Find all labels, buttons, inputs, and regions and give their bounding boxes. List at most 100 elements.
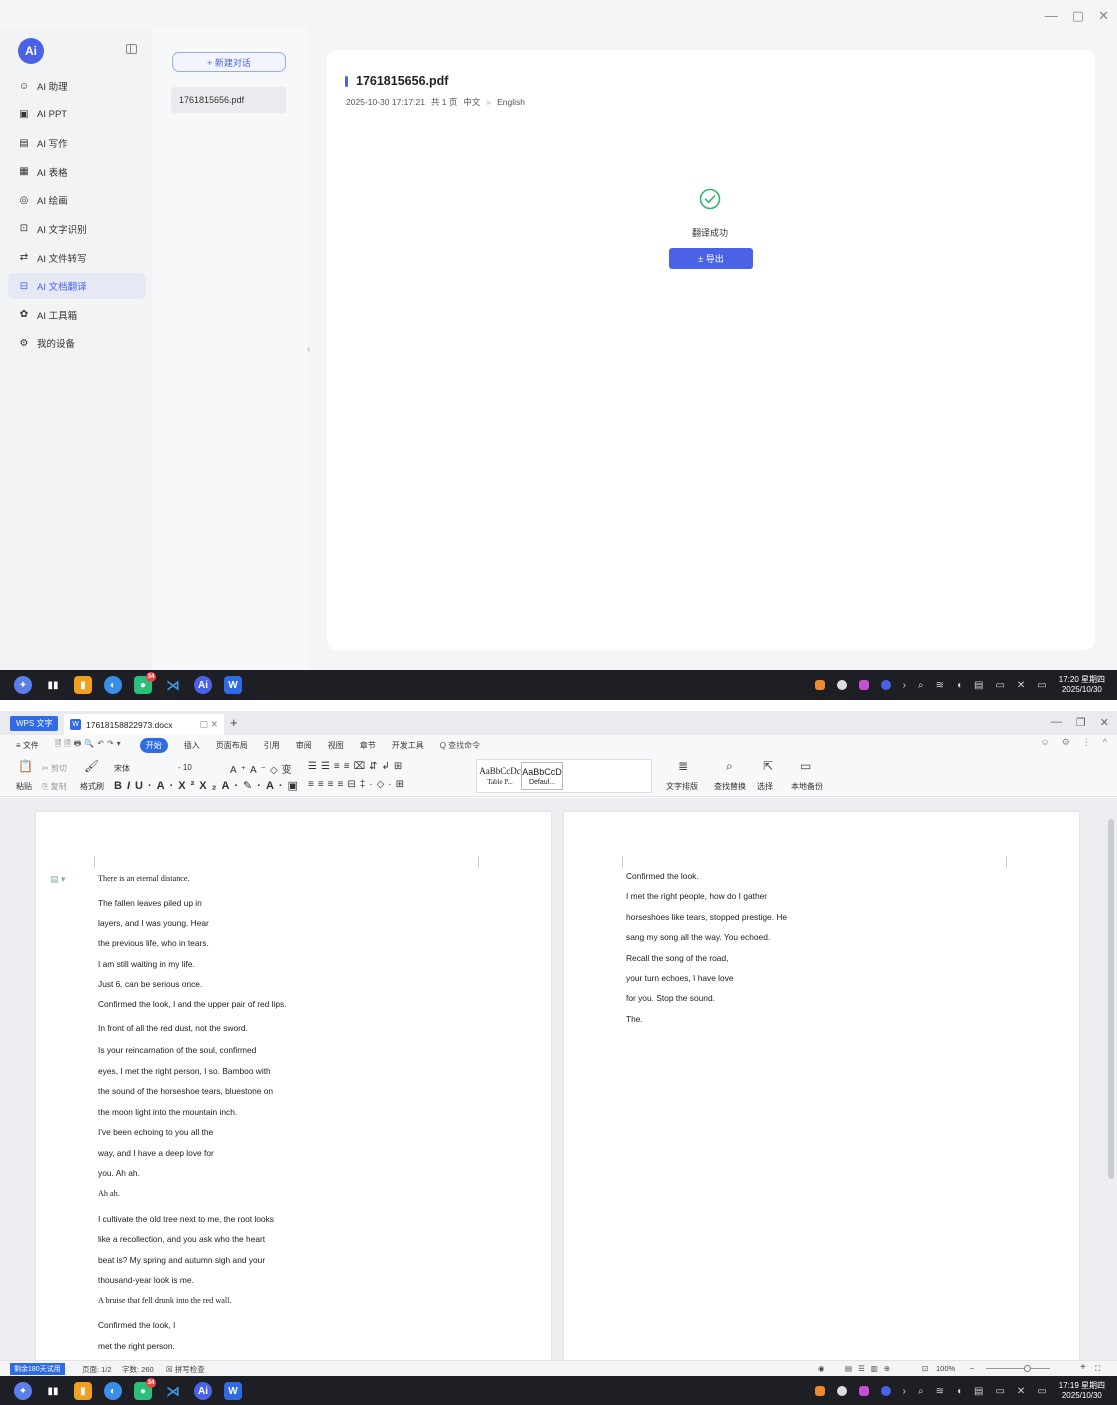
text-line[interactable]: met the right person. — [98, 1341, 175, 1351]
browser-icon[interactable]: ◐ — [104, 1382, 122, 1400]
find-icon[interactable]: ⌕ — [726, 759, 733, 774]
text-line[interactable]: Ah ah. — [98, 1189, 120, 1198]
sidebar-item-0[interactable]: ☺ AI 助理 — [8, 73, 146, 99]
style-default[interactable]: AaBbCcD Defaul... — [521, 762, 563, 790]
text-layout-button[interactable]: 文字排版 — [666, 781, 698, 792]
conversation-item[interactable]: 1761815656.pdf — [171, 87, 286, 113]
minimize-icon[interactable]: — — [1045, 8, 1058, 24]
page-count[interactable]: 页面: 1/2 — [82, 1364, 112, 1375]
document-tab[interactable]: W 17618158822973.docx ▢ ✕ — [64, 714, 224, 735]
bluetooth-off-icon[interactable]: ✕ — [1017, 680, 1025, 691]
word-count[interactable]: 字数: 260 — [122, 1364, 154, 1375]
tray-ai-icon[interactable] — [880, 680, 891, 690]
tab-view[interactable]: 视图 — [328, 740, 344, 751]
cloud-icon[interactable] — [836, 1386, 847, 1396]
export-button[interactable]: ± 导出 — [669, 248, 753, 269]
wifi-icon[interactable]: ≋ — [936, 1386, 944, 1397]
text-line[interactable]: Confirmed the look, I and the upper pair… — [98, 999, 287, 1009]
notification-icon[interactable]: ▭ — [1037, 680, 1046, 691]
select-cursor-icon[interactable]: ⇱ — [763, 759, 773, 773]
text-line[interactable]: The. — [626, 1014, 643, 1024]
sidebar-item-4[interactable]: ◎ AI 绘画 — [8, 187, 146, 213]
vertical-scrollbar[interactable] — [1107, 799, 1115, 1354]
tab-chapter[interactable]: 章节 — [360, 740, 376, 751]
font-size-select[interactable]: - 10 — [178, 763, 192, 772]
alignment-buttons[interactable]: ≡≡≡≡⊟‡·◇·⊞ — [308, 779, 408, 790]
copy-button[interactable]: ⎘ 复制 — [42, 781, 67, 792]
tab-start[interactable]: 开始 — [139, 737, 168, 753]
text-line[interactable]: your turn echoes, I have love — [626, 973, 734, 983]
text-line[interactable]: sang my song all the way. You echoed. — [626, 932, 770, 942]
sidebar-item-6[interactable]: ⇄ AI 文件转写 — [8, 245, 146, 271]
command-search[interactable]: Q 查找命令 — [440, 740, 480, 751]
ai-app-icon[interactable]: Ai — [194, 1382, 212, 1400]
zoom-out-icon[interactable]: − — [970, 1364, 974, 1373]
text-line[interactable]: I cultivate the old tree next to me, the… — [98, 1214, 274, 1224]
tab-page-layout[interactable]: 页面布局 — [216, 740, 248, 751]
sidebar-item-8[interactable]: ✿ AI 工具箱 — [8, 302, 146, 328]
sidebar-item-2[interactable]: ▤ AI 写作 — [8, 130, 146, 156]
page-2[interactable]: Confirmed the look. I met the right peopl… — [564, 812, 1079, 1360]
text-line[interactable]: Is your reincarnation of the soul, confi… — [98, 1045, 256, 1055]
collapse-arrow-icon[interactable]: ‹ — [307, 344, 310, 355]
clock[interactable]: 17:19 星期四 2025/10/30 — [1059, 1381, 1105, 1401]
scroll-thumb[interactable] — [1108, 819, 1114, 1179]
keyboard-icon[interactable]: ▤ — [974, 1386, 983, 1397]
tray-app-icon[interactable] — [814, 1386, 825, 1396]
text-line[interactable]: I am still waiting in my life. — [98, 959, 195, 969]
font-family-select[interactable]: 宋体 — [114, 763, 130, 774]
volume-icon[interactable]: ◖ — [956, 680, 962, 691]
comment-icon[interactable]: ☺ — [1040, 737, 1049, 748]
text-line[interactable]: eyes, I met the right person, I so. Bamb… — [98, 1066, 271, 1076]
text-line[interactable]: There is an eternal distance. — [98, 874, 190, 883]
battery-icon[interactable]: ▭ — [995, 1386, 1004, 1397]
text-line[interactable]: you. Ah ah. — [98, 1168, 140, 1178]
paragraph-menu-icon[interactable]: ▤ ▾ — [50, 874, 66, 885]
restore-icon[interactable]: ❐ — [1076, 716, 1086, 729]
keyboard-icon[interactable]: ▤ — [974, 680, 983, 691]
tab-close-icon[interactable]: ▢ ✕ — [199, 719, 218, 730]
eye-protection-icon[interactable]: ◉ — [818, 1364, 825, 1373]
text-line[interactable]: for you. Stop the sound. — [626, 993, 715, 1003]
text-line[interactable]: I met the right people, how do I gather — [626, 891, 767, 901]
notification-icon[interactable]: ▭ — [1037, 1386, 1046, 1397]
format-painter-button[interactable]: 格式刷 — [80, 781, 104, 792]
select-button[interactable]: 选择 — [757, 781, 773, 792]
tab-references[interactable]: 引用 — [264, 740, 280, 751]
tray-ai-icon[interactable] — [880, 1386, 891, 1396]
paste-icon[interactable]: 📋 — [18, 759, 33, 773]
text-line[interactable]: layers, and I was young. Hear — [98, 918, 209, 928]
quick-access-icons[interactable]: 🗎🗎🖶🔍↶↷▾ — [55, 738, 124, 752]
text-format-buttons[interactable]: BIU·A·X²X₂A·✎·A·▣ — [114, 779, 303, 792]
more-icon[interactable]: ⋮ — [1082, 737, 1091, 748]
wifi-icon[interactable]: ≋ — [936, 680, 944, 691]
font-size-controls[interactable]: A⁺A⁻◇变 — [230, 761, 296, 776]
trial-badge[interactable]: 剩余180天试用 — [10, 1363, 65, 1375]
style-table-paragraph[interactable]: AaBbCcDc Table P... — [479, 762, 521, 790]
close-icon[interactable]: ✕ — [1100, 716, 1109, 729]
search-icon[interactable]: ⌕ — [918, 1386, 924, 1397]
vscode-icon[interactable]: ⋊ — [164, 1382, 182, 1400]
tab-developer[interactable]: 开发工具 — [392, 740, 424, 751]
browser-icon[interactable]: ◐ — [104, 676, 122, 694]
cut-button[interactable]: ✂ 剪切 — [42, 763, 67, 774]
text-line[interactable]: The fallen leaves piled up in — [98, 898, 202, 908]
chat-app-icon[interactable]: ● 34 — [134, 1378, 156, 1400]
backup-icon[interactable]: ▭ — [800, 759, 811, 773]
volume-icon[interactable]: ◖ — [956, 1386, 962, 1397]
spell-check[interactable]: ☒ 拼写检查 — [166, 1364, 205, 1375]
vscode-icon[interactable]: ⋊ — [164, 676, 182, 694]
text-line[interactable]: Just 6. can be serious once. — [98, 979, 202, 989]
find-replace-button[interactable]: 查找替换 — [714, 781, 746, 792]
new-tab-icon[interactable]: + — [230, 715, 238, 730]
tray-color-icon[interactable] — [858, 1386, 869, 1396]
file-manager-icon[interactable]: ▮ — [74, 676, 92, 694]
start-menu-icon[interactable]: ✦ — [14, 676, 32, 694]
task-view-icon[interactable]: ▮▮ — [44, 676, 62, 694]
text-line[interactable]: the moon light into the mountain inch. — [98, 1107, 237, 1117]
text-line[interactable]: the sound of the horseshoe tears, bluest… — [98, 1086, 273, 1096]
battery-icon[interactable]: ▭ — [995, 680, 1004, 691]
text-line[interactable]: I've been echoing to you all the — [98, 1127, 213, 1137]
bluetooth-off-icon[interactable]: ✕ — [1017, 1386, 1025, 1397]
sidebar-item-7[interactable]: ⊟ AI 文档翻译 — [8, 273, 146, 300]
